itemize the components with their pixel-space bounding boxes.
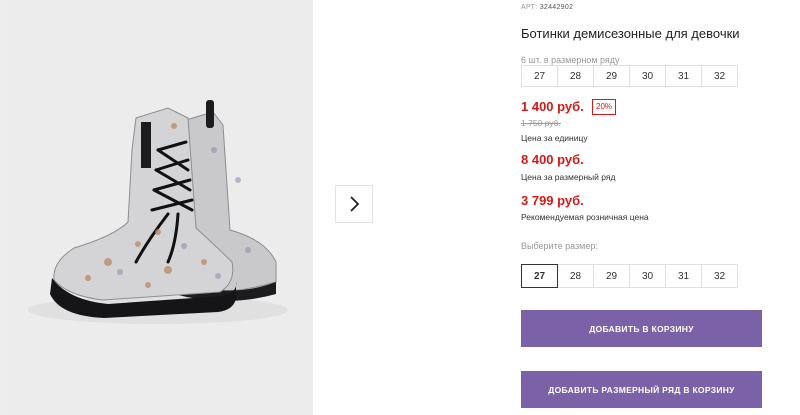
gallery-thumbnail-strip bbox=[0, 0, 8, 415]
pack-size-32: 32 bbox=[701, 65, 738, 87]
retail-price: 3 799 руб. bbox=[521, 193, 584, 208]
unit-price-note: Цена за единицу bbox=[521, 133, 588, 143]
product-photo bbox=[8, 0, 313, 415]
size-option-27[interactable]: 27 bbox=[521, 264, 558, 288]
gallery-next-button[interactable] bbox=[335, 185, 373, 223]
pack-caption: 6 шт. в размерном ряду bbox=[521, 55, 620, 65]
pack-size-27: 27 bbox=[521, 65, 558, 87]
pack-size-28: 28 bbox=[557, 65, 594, 87]
discount-badge: 20% bbox=[592, 99, 617, 115]
article-value: 32442902 bbox=[539, 4, 574, 11]
pack-size-30: 30 bbox=[629, 65, 666, 87]
pack-size-31: 31 bbox=[665, 65, 702, 87]
size-option-29[interactable]: 29 bbox=[593, 264, 630, 288]
size-option-31[interactable]: 31 bbox=[665, 264, 702, 288]
article-label: АРТ: bbox=[521, 4, 538, 11]
chevron-right-icon bbox=[350, 196, 360, 212]
retail-price-note: Рекомендуемая розничная цена bbox=[521, 212, 649, 222]
add-to-cart-button[interactable]: ДОБАВИТЬ В КОРЗИНУ bbox=[521, 310, 762, 347]
size-picker: 27 28 29 30 31 32 bbox=[521, 264, 738, 288]
pack-size-29: 29 bbox=[593, 65, 630, 87]
pack-price-note: Цена за размерный ряд bbox=[521, 172, 616, 182]
size-option-30[interactable]: 30 bbox=[629, 264, 666, 288]
pack-sizes: 27 28 29 30 31 32 bbox=[521, 65, 738, 87]
old-price: 1 750 руб. bbox=[521, 118, 561, 128]
size-picker-caption: Выберите размер: bbox=[521, 241, 598, 251]
product-title: Ботинки демисезонные для девочки bbox=[521, 26, 740, 41]
size-option-32[interactable]: 32 bbox=[701, 264, 738, 288]
add-pack-to-cart-button[interactable]: ДОБАВИТЬ РАЗМЕРНЫЙ РЯД В КОРЗИНУ bbox=[521, 371, 762, 408]
article-number: АРТ: 32442902 bbox=[521, 4, 573, 11]
size-option-28[interactable]: 28 bbox=[557, 264, 594, 288]
pack-price: 8 400 руб. bbox=[521, 152, 584, 167]
product-info-panel: АРТ: 32442902 Ботинки демисезонные для д… bbox=[521, 0, 791, 415]
unit-price: 1 400 руб. bbox=[521, 99, 584, 114]
boots-image bbox=[28, 100, 288, 324]
